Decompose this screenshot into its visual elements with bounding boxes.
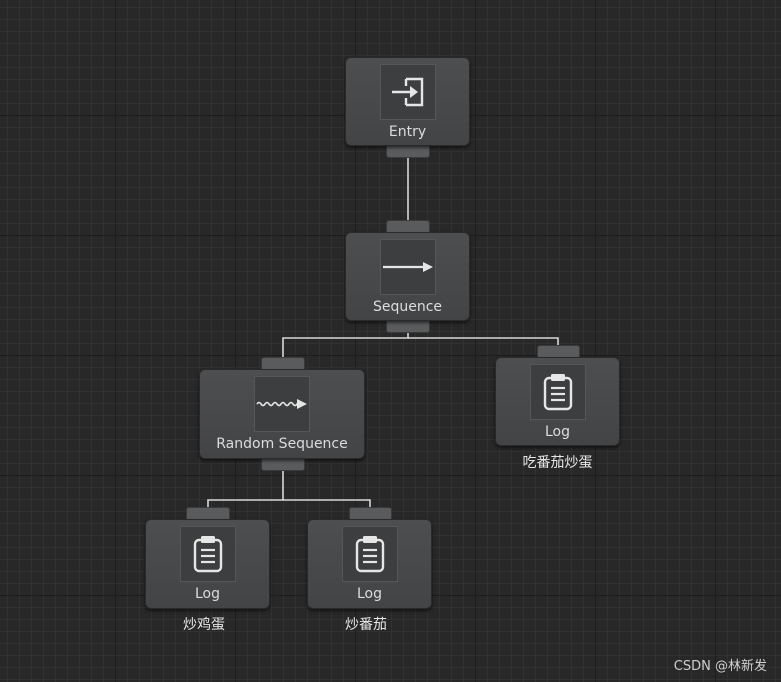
log-node-eat[interactable]: Log [495, 357, 620, 446]
watermark: CSDN @林新发 [673, 659, 767, 674]
behavior-tree-canvas[interactable]: Entry Sequence Random Sequence Log 吃番茄炒蛋… [0, 0, 781, 682]
entry-node[interactable]: Entry [345, 57, 470, 146]
log-chicken-comment: 炒鸡蛋 [183, 617, 225, 633]
arrow-right-icon [379, 239, 436, 295]
log-eat-comment: 吃番茄炒蛋 [522, 455, 593, 471]
notepad-icon [341, 526, 398, 582]
wire-sequence-random-sequence [282, 332, 409, 358]
random-sequence-node[interactable]: Random Sequence [199, 369, 365, 459]
random-sequence-title: Random Sequence [216, 436, 348, 452]
wire-random-sequence-log-chicken [207, 470, 284, 508]
log-tomato-title: Log [356, 586, 382, 602]
log-chicken-title: Log [194, 586, 220, 602]
wavy-arrow-icon [254, 376, 310, 432]
sequence-title: Sequence [372, 299, 443, 315]
sequence-output-port[interactable] [386, 320, 430, 333]
entry-title: Entry [388, 124, 427, 140]
wire-sequence-log-eat [408, 337, 559, 346]
entry-output-port[interactable] [386, 145, 430, 158]
entry-icon [379, 64, 436, 120]
log-eat-title: Log [544, 424, 570, 440]
log-node-tomato[interactable]: Log [307, 519, 432, 609]
notepad-icon [529, 364, 586, 420]
log-node-chicken[interactable]: Log [145, 519, 270, 609]
sequence-node[interactable]: Sequence [345, 232, 470, 321]
random-sequence-output-port[interactable] [261, 458, 305, 471]
notepad-icon [179, 526, 236, 582]
log-tomato-comment: 炒番茄 [345, 617, 387, 633]
